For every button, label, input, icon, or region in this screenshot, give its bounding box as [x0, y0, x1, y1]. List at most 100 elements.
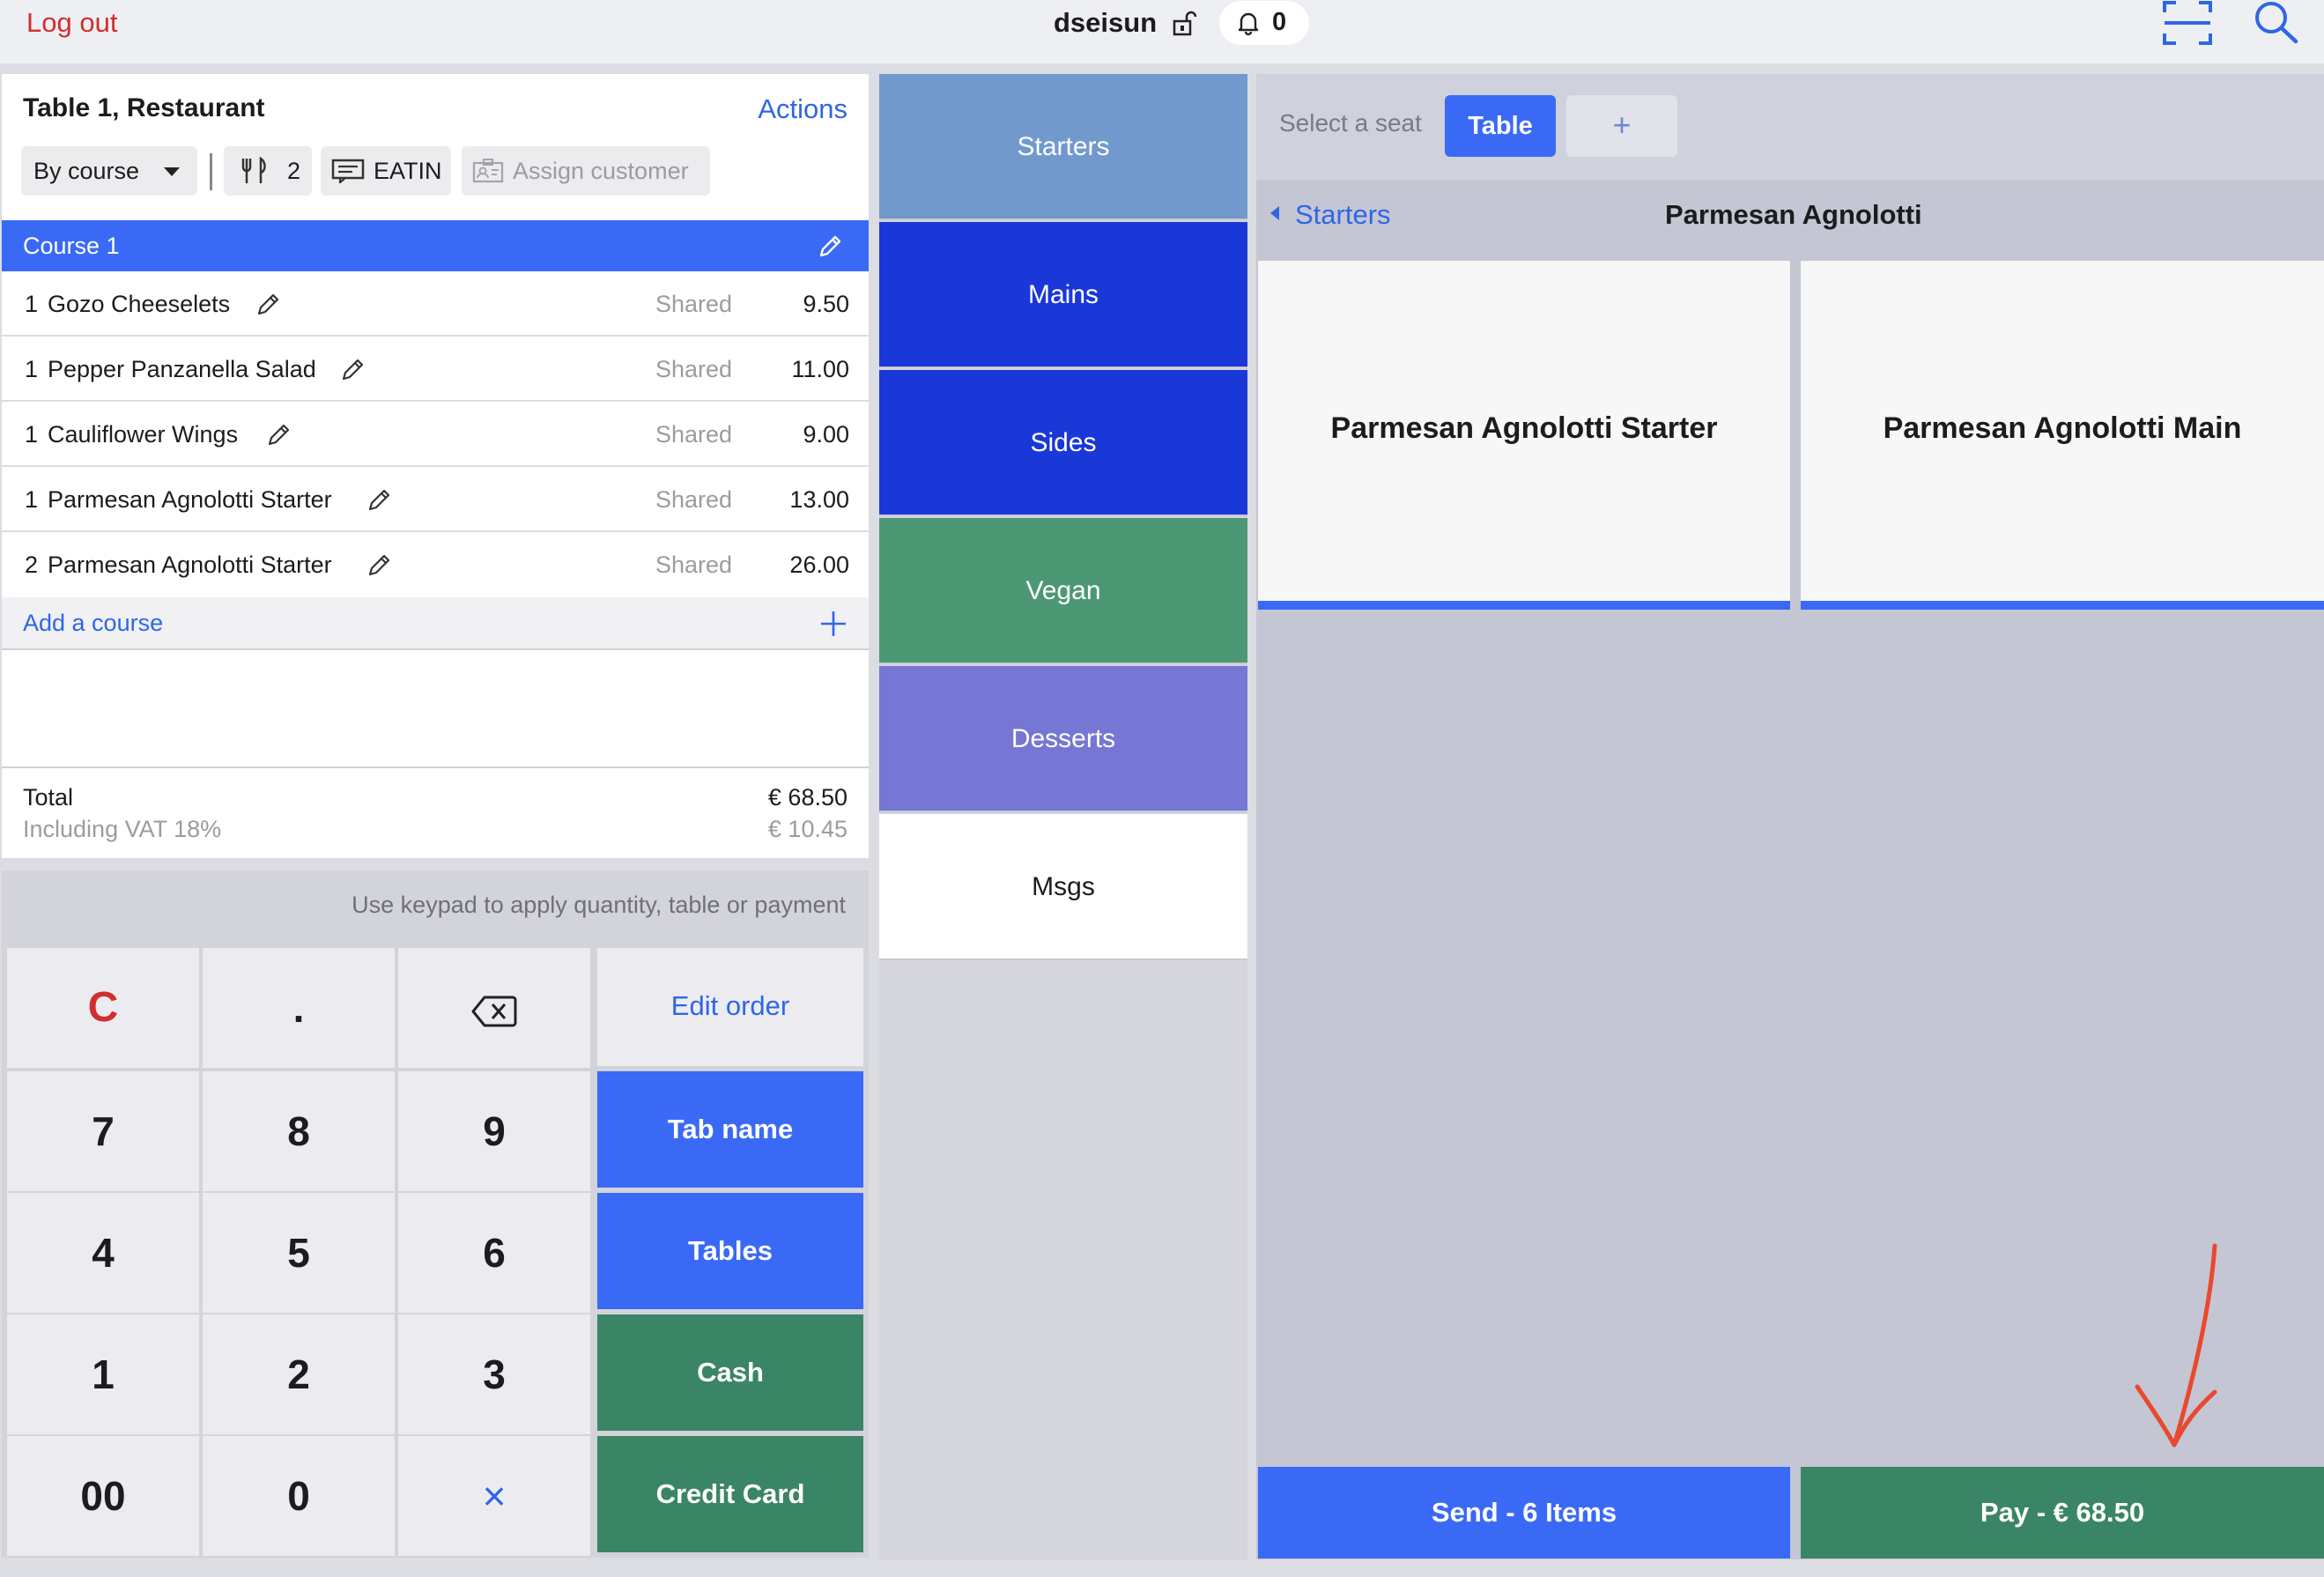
credit-card-button[interactable]: Credit Card — [597, 1436, 863, 1552]
username: dseisun — [1054, 7, 1158, 38]
top-bar: Log out dseisun 0 — [0, 0, 2324, 63]
edit-course-icon[interactable] — [818, 233, 844, 259]
back-label: Starters — [1295, 199, 1391, 230]
key-4[interactable]: 4 — [7, 1193, 199, 1313]
key-8[interactable]: 8 — [203, 1071, 395, 1191]
keypad: Use keypad to apply quantity, table or p… — [2, 870, 869, 1558]
notifications-button[interactable]: 0 — [1219, 1, 1309, 45]
pencil-icon[interactable] — [366, 486, 393, 513]
order-item[interactable]: 1 Cauliflower Wings Shared 9.00 — [2, 402, 869, 467]
key-3[interactable]: 3 — [398, 1314, 590, 1434]
product-card[interactable]: Parmesan Agnolotti Main — [1801, 261, 2324, 610]
item-qty: 1 — [25, 486, 39, 513]
item-qty: 1 — [25, 291, 39, 317]
total-value: € 68.50 — [767, 784, 847, 811]
unlock-icon[interactable] — [1172, 11, 1196, 37]
decimal-key[interactable]: . — [203, 948, 395, 1068]
seat-prompt: Select a seat — [1279, 109, 1422, 137]
product-group-title: Parmesan Agnolotti — [1665, 199, 1922, 230]
item-qty: 1 — [25, 356, 39, 382]
item-seat: Shared — [655, 486, 733, 513]
item-price: 11.00 — [791, 356, 849, 382]
order-type-button[interactable]: EATIN — [321, 146, 451, 196]
pencil-icon[interactable] — [266, 421, 292, 448]
backspace-icon — [471, 996, 517, 1027]
plus-icon[interactable] — [819, 610, 847, 638]
item-price: 26.00 — [789, 552, 849, 578]
category-mains[interactable]: Mains — [879, 222, 1247, 368]
tables-button[interactable]: Tables — [597, 1193, 863, 1309]
scan-icon[interactable] — [2162, 0, 2213, 46]
seat-selector: Select a seat Table + — [1256, 74, 2324, 180]
item-name: Parmesan Agnolotti Starter — [48, 552, 332, 578]
add-seat-button[interactable]: + — [1566, 95, 1677, 157]
order-item[interactable]: 1 Pepper Panzanella Salad Shared 11.00 — [2, 337, 869, 402]
item-seat: Shared — [655, 421, 733, 448]
course-header[interactable]: Course 1 — [2, 220, 869, 271]
total-label: Total — [23, 784, 74, 811]
key-00[interactable]: 00 — [7, 1436, 199, 1556]
divider — [210, 153, 212, 190]
vat-value: € 10.45 — [767, 816, 847, 842]
pay-button[interactable]: Pay - € 68.50 — [1801, 1467, 2324, 1558]
key-7[interactable]: 7 — [7, 1071, 199, 1191]
course-label: Course 1 — [23, 233, 120, 259]
order-item[interactable]: 1 Gozo Cheeselets Shared 9.50 — [2, 271, 869, 337]
seat-table-button[interactable]: Table — [1445, 95, 1556, 157]
view-mode-dropdown[interactable]: By course — [21, 146, 197, 196]
vat-label: Including VAT 18% — [23, 816, 222, 842]
order-item[interactable]: 2 Parmesan Agnolotti Starter Shared 26.0… — [2, 532, 869, 597]
back-button[interactable]: Starters — [1270, 199, 1391, 231]
cutlery-icon — [241, 157, 266, 183]
covers-button[interactable]: 2 — [224, 146, 312, 196]
bell-icon — [1238, 12, 1259, 35]
add-course-button[interactable]: Add a course — [2, 597, 869, 650]
item-seat: Shared — [655, 356, 733, 382]
category-msgs[interactable]: Msgs — [879, 814, 1247, 960]
item-name: Pepper Panzanella Salad — [48, 356, 316, 382]
chevron-left-icon — [1270, 206, 1279, 220]
category-vegan[interactable]: Vegan — [879, 518, 1247, 664]
category-starters[interactable]: Starters — [879, 74, 1247, 220]
order-title: Table 1, Restaurant — [23, 93, 265, 122]
customer-card-icon — [472, 159, 504, 183]
category-sides[interactable]: Sides — [879, 370, 1247, 516]
key-1[interactable]: 1 — [7, 1314, 199, 1434]
assign-customer-button[interactable]: Assign customer — [462, 146, 710, 196]
edit-order-button[interactable]: Edit order — [597, 948, 863, 1066]
key-5[interactable]: 5 — [203, 1193, 395, 1313]
item-name: Parmesan Agnolotti Starter — [48, 486, 332, 513]
key-6[interactable]: 6 — [398, 1193, 590, 1313]
order-panel: Table 1, Restaurant Actions By course 2 … — [2, 74, 869, 858]
divider — [2, 766, 869, 768]
order-item[interactable]: 1 Parmesan Agnolotti Starter Shared 13.0… — [2, 467, 869, 532]
clear-key[interactable]: C — [7, 948, 199, 1068]
pencil-icon[interactable] — [340, 356, 366, 382]
actions-button[interactable]: Actions — [758, 93, 847, 125]
search-icon[interactable] — [2252, 0, 2301, 44]
cash-button[interactable]: Cash — [597, 1314, 863, 1431]
item-seat: Shared — [655, 552, 733, 578]
item-qty: 1 — [25, 421, 39, 448]
item-seat: Shared — [655, 291, 733, 317]
item-name: Cauliflower Wings — [48, 421, 239, 448]
category-desserts[interactable]: Desserts — [879, 666, 1247, 812]
logout-button[interactable]: Log out — [26, 7, 117, 39]
multiply-key[interactable]: × — [398, 1436, 590, 1556]
item-name: Gozo Cheeselets — [48, 291, 231, 317]
pencil-icon[interactable] — [255, 291, 282, 317]
pencil-icon[interactable] — [366, 552, 393, 578]
item-price: 13.00 — [789, 486, 849, 513]
tab-name-button[interactable]: Tab name — [597, 1071, 863, 1188]
key-9[interactable]: 9 — [398, 1071, 590, 1191]
backspace-key[interactable] — [398, 948, 590, 1068]
notification-count: 0 — [1272, 8, 1287, 36]
item-qty: 2 — [25, 552, 39, 578]
covers-count: 2 — [287, 158, 301, 184]
key-2[interactable]: 2 — [203, 1314, 395, 1434]
product-card[interactable]: Parmesan Agnolotti Starter — [1258, 261, 1790, 610]
send-button[interactable]: Send - 6 Items — [1258, 1467, 1790, 1558]
category-list: Starters Mains Sides Vegan Desserts Msgs — [879, 74, 1247, 1559]
key-0[interactable]: 0 — [203, 1436, 395, 1556]
item-price: 9.50 — [803, 291, 849, 317]
